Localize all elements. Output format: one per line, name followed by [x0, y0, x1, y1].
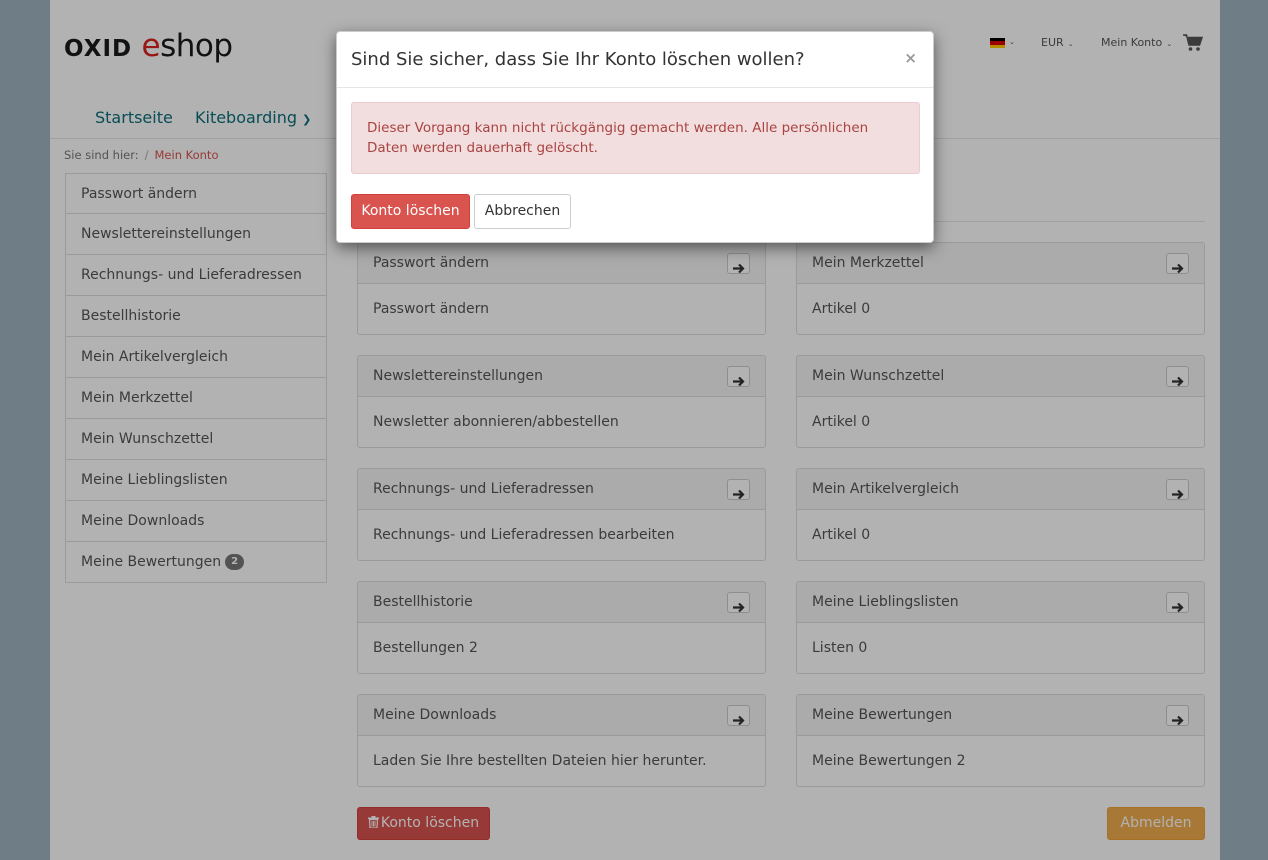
confirm-delete-button[interactable]: Konto löschen [351, 194, 470, 229]
cancel-button[interactable]: Abbrechen [474, 194, 571, 229]
close-icon[interactable]: × [904, 49, 917, 67]
delete-account-modal: Sind Sie sicher, dass Sie Ihr Konto lösc… [336, 31, 934, 243]
modal-title: Sind Sie sicher, dass Sie Ihr Konto lösc… [351, 49, 805, 70]
danger-alert: Dieser Vorgang kann nicht rückgängig gem… [351, 102, 920, 174]
modal-header: Sind Sie sicher, dass Sie Ihr Konto lösc… [337, 32, 933, 88]
